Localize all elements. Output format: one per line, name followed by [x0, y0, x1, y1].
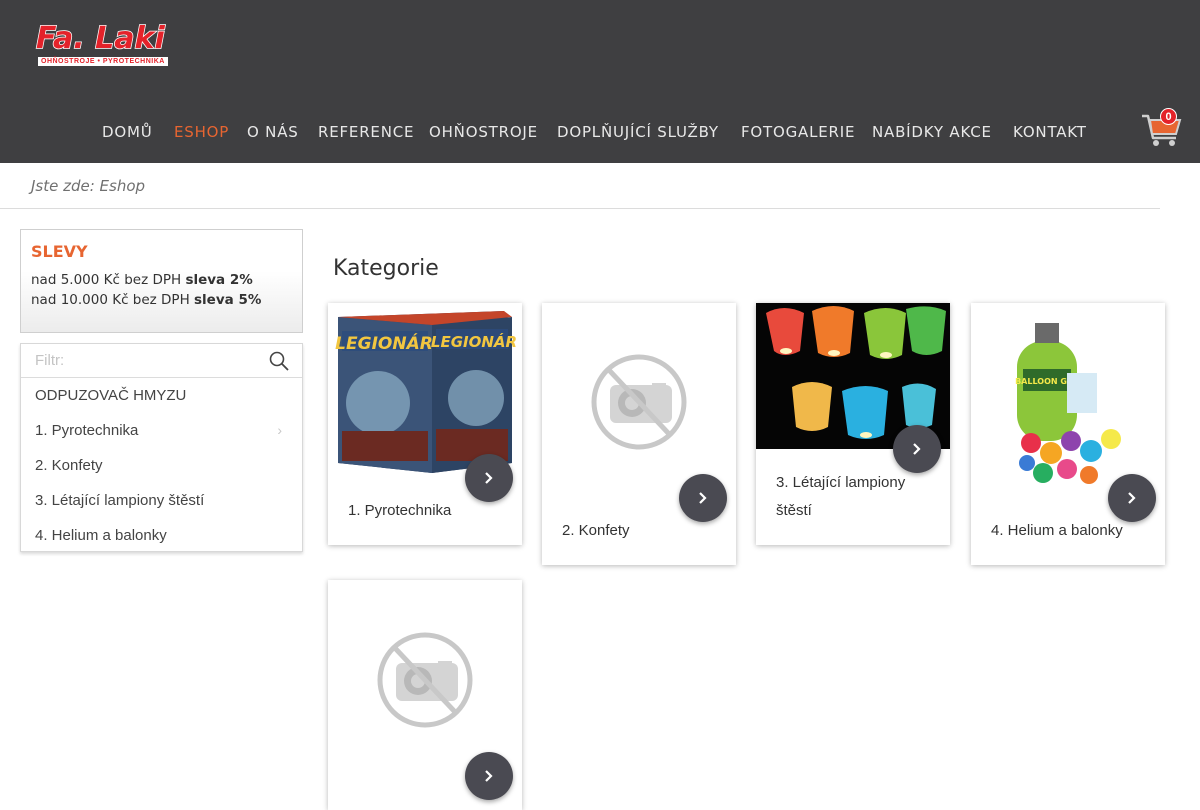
category-open-button[interactable] [1108, 474, 1156, 522]
category-card[interactable] [328, 580, 522, 810]
svg-text:LEGIONÁR: LEGIONÁR [335, 332, 433, 354]
site-header: Fa. Laki OHŇOSTROJE • PYROTECHNIKA DOMŮ … [0, 0, 1200, 163]
category-open-button[interactable] [465, 752, 513, 800]
no-image-placeholder-icon [591, 354, 687, 450]
chevron-right-icon [485, 472, 493, 484]
cart-button[interactable]: 0 [1140, 106, 1182, 148]
category-image: BALLOON GAZ [971, 303, 1165, 503]
sidebar-category-item[interactable]: 2. Konfety [21, 448, 302, 483]
chevron-right-icon [1128, 492, 1136, 504]
nav-item-o-nas[interactable]: O NÁS [247, 123, 299, 141]
discount-line-value: sleva 5% [194, 292, 262, 308]
page-title: Kategorie [333, 256, 439, 281]
site-logo[interactable]: Fa. Laki OHŇOSTROJE • PYROTECHNIKA [35, 21, 176, 68]
sidebar-category-item[interactable]: 1. Pyrotechnika › [21, 413, 302, 448]
discount-line: nad 5.000 Kč bez DPH sleva 2% [31, 270, 292, 290]
sidebar-category-label: 4. Helium a balonky [35, 527, 167, 544]
no-image-placeholder-icon [377, 632, 473, 728]
nav-item-domu[interactable]: DOMŮ [102, 123, 152, 141]
discount-box: SLEVY nad 5.000 Kč bez DPH sleva 2% nad … [20, 229, 303, 333]
chevron-right-icon [913, 443, 921, 455]
filter-row [21, 344, 302, 378]
category-card[interactable]: LEGIONÁR LEGIONÁR 1. Pyrotechnika [328, 303, 522, 545]
chevron-right-icon [699, 492, 707, 504]
breadcrumb-text: Jste zde: Eshop [31, 177, 146, 195]
sidebar-category-item[interactable]: 4. Helium a balonky [21, 518, 302, 553]
chevron-right-icon [485, 770, 493, 782]
discount-title: SLEVY [31, 242, 88, 261]
category-card-label: 2. Konfety [562, 522, 630, 539]
sidebar-category-label: ODPUZOVAČ HMYZU [35, 387, 187, 404]
category-open-button[interactable] [893, 425, 941, 473]
breadcrumb: Jste zde: Eshop [0, 163, 1160, 209]
discount-line-value: sleva 2% [185, 272, 253, 288]
chevron-right-icon[interactable]: › [277, 413, 282, 448]
nav-item-eshop[interactable]: ESHOP [174, 123, 229, 141]
svg-text:LEGIONÁR: LEGIONÁR [431, 332, 517, 351]
discount-line-text: nad 10.000 Kč bez DPH [31, 292, 195, 308]
sidebar-category-label: 3. Létající lampiony štěstí [35, 492, 205, 509]
nav-item-kontakt[interactable]: KONTAKT [1013, 123, 1087, 141]
category-open-button[interactable] [465, 454, 513, 502]
nav-item-fotogalerie[interactable]: FOTOGALERIE [741, 123, 855, 141]
category-image: LEGIONÁR LEGIONÁR [328, 303, 522, 478]
category-filter-panel: ODPUZOVAČ HMYZU 1. Pyrotechnika › 2. Konf… [20, 343, 303, 552]
category-card-label: 1. Pyrotechnika [348, 502, 452, 519]
category-card-label: 4. Helium a balonky [991, 522, 1123, 539]
discount-line-text: nad 5.000 Kč bez DPH [31, 272, 186, 288]
category-card[interactable]: BALLOON GAZ 4. Helium a balonky [971, 303, 1165, 565]
sidebar-category-label: 1. Pyrotechnika [35, 422, 139, 439]
nav-item-nabidky-akce[interactable]: NABÍDKY AKCE [872, 123, 992, 141]
category-card-label: 3. Létající lampiony štěstí [776, 474, 906, 519]
nav-item-reference[interactable]: REFERENCE [318, 123, 414, 141]
sidebar-category-item[interactable]: 3. Létající lampiony štěstí [21, 483, 302, 518]
nav-item-ohnostroje[interactable]: OHŇOSTROJE [429, 123, 538, 141]
discount-line: nad 10.000 Kč bez DPH sleva 5% [31, 290, 292, 310]
nav-item-doplnujici-sluzby[interactable]: DOPLŇUJÍCÍ SLUŽBY [557, 123, 719, 141]
logo-text: Fa. Laki [35, 21, 165, 57]
filter-input[interactable] [21, 344, 261, 377]
search-icon[interactable] [269, 351, 289, 371]
category-open-button[interactable] [679, 474, 727, 522]
cart-count-badge: 0 [1160, 108, 1177, 125]
sidebar-category-label: 2. Konfety [35, 457, 103, 474]
logo-subtext: OHŇOSTROJE • PYROTECHNIKA [38, 57, 168, 66]
category-card[interactable]: 2. Konfety [542, 303, 736, 565]
sidebar-category-item[interactable]: ODPUZOVAČ HMYZU [21, 378, 302, 413]
category-card[interactable]: 3. Létající lampiony štěstí [756, 303, 950, 545]
